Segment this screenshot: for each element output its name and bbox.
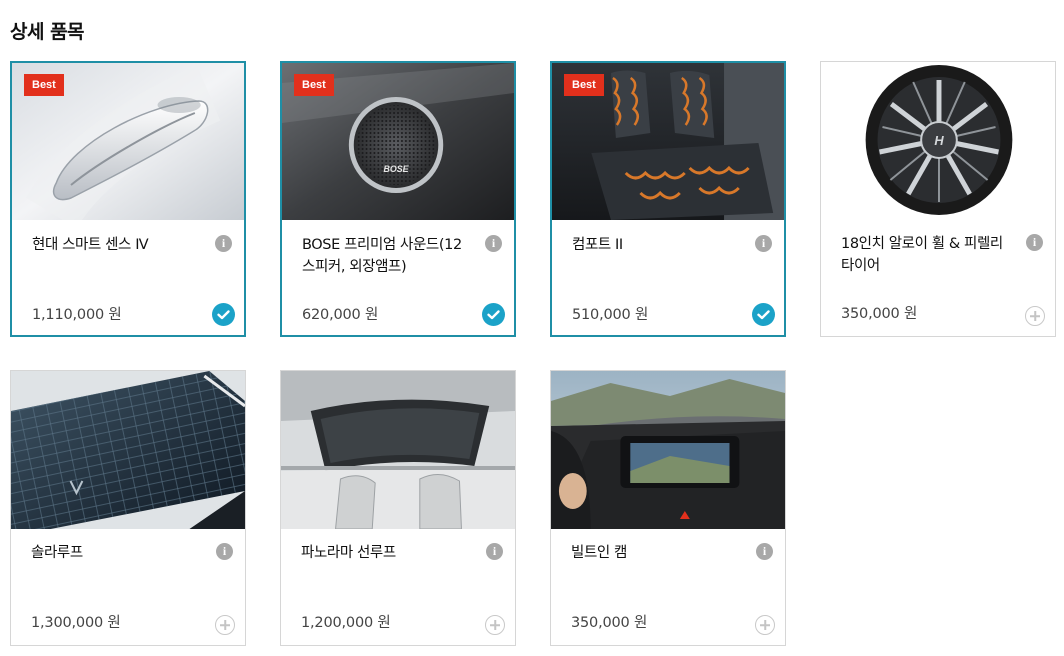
option-card-smart-sense[interactable]: Best 현대 스마트 센스 Ⅳ i 1,110,000 원 xyxy=(10,61,246,337)
option-card-comfort[interactable]: Best 컴포트 II i 510,000 원 xyxy=(550,61,786,337)
info-icon[interactable]: i xyxy=(486,543,503,560)
option-name: 현대 스마트 센스 Ⅳ xyxy=(32,237,149,253)
option-price: 350,000 원 xyxy=(571,615,648,631)
svg-text:BOSE: BOSE xyxy=(384,164,410,174)
svg-text:H: H xyxy=(934,133,944,148)
option-price: 1,110,000 원 xyxy=(32,307,122,323)
option-name: 컴포트 II xyxy=(572,237,623,253)
option-price: 1,200,000 원 xyxy=(301,615,391,631)
option-price: 620,000 원 xyxy=(302,307,379,323)
option-price: 1,300,000 원 xyxy=(31,615,121,631)
option-name: BOSE 프리미엄 사운드(12스피커, 외장앰프) xyxy=(302,237,462,275)
product-image-panorama-sunroof xyxy=(281,371,515,529)
plus-circle-icon[interactable] xyxy=(755,615,775,635)
option-card-alloy-wheel[interactable]: H 18인치 알로이 휠 & 피렐리 타이어 i 350,000 원 xyxy=(820,61,1056,337)
option-name: 파노라마 선루프 xyxy=(301,545,396,561)
product-image-alloy-wheel: H xyxy=(821,62,1055,220)
option-card-builtin-cam[interactable]: 빌트인 캠 i 350,000 원 xyxy=(550,370,786,646)
info-icon[interactable]: i xyxy=(485,235,502,252)
section-title: 상세 품목 xyxy=(10,21,85,43)
best-badge: Best xyxy=(294,74,334,96)
plus-circle-icon[interactable] xyxy=(485,615,505,635)
check-circle-icon[interactable] xyxy=(752,303,775,326)
best-badge: Best xyxy=(24,74,64,96)
option-name: 솔라루프 xyxy=(31,545,83,561)
info-icon[interactable]: i xyxy=(216,543,233,560)
option-name: 빌트인 캠 xyxy=(571,545,627,561)
option-price: 350,000 원 xyxy=(841,306,918,322)
option-card-solar-roof[interactable]: 솔라루프 i 1,300,000 원 xyxy=(10,370,246,646)
best-badge: Best xyxy=(564,74,604,96)
product-image-solar-roof xyxy=(11,371,245,529)
check-circle-icon[interactable] xyxy=(212,303,235,326)
plus-circle-icon[interactable] xyxy=(1025,306,1045,326)
option-card-bose-sound[interactable]: BOSE Best BOSE 프리미엄 사운드(12스피커, 외장앰프) i 6… xyxy=(280,61,516,337)
info-icon[interactable]: i xyxy=(1026,234,1043,251)
product-image-builtin-cam xyxy=(551,371,785,529)
plus-circle-icon[interactable] xyxy=(215,615,235,635)
option-card-panorama-sunroof[interactable]: 파노라마 선루프 i 1,200,000 원 xyxy=(280,370,516,646)
info-icon[interactable]: i xyxy=(756,543,773,560)
info-icon[interactable]: i xyxy=(755,235,772,252)
option-price: 510,000 원 xyxy=(572,307,649,323)
option-name: 18인치 알로이 휠 & 피렐리 타이어 xyxy=(841,236,1003,274)
info-icon[interactable]: i xyxy=(215,235,232,252)
check-circle-icon[interactable] xyxy=(482,303,505,326)
